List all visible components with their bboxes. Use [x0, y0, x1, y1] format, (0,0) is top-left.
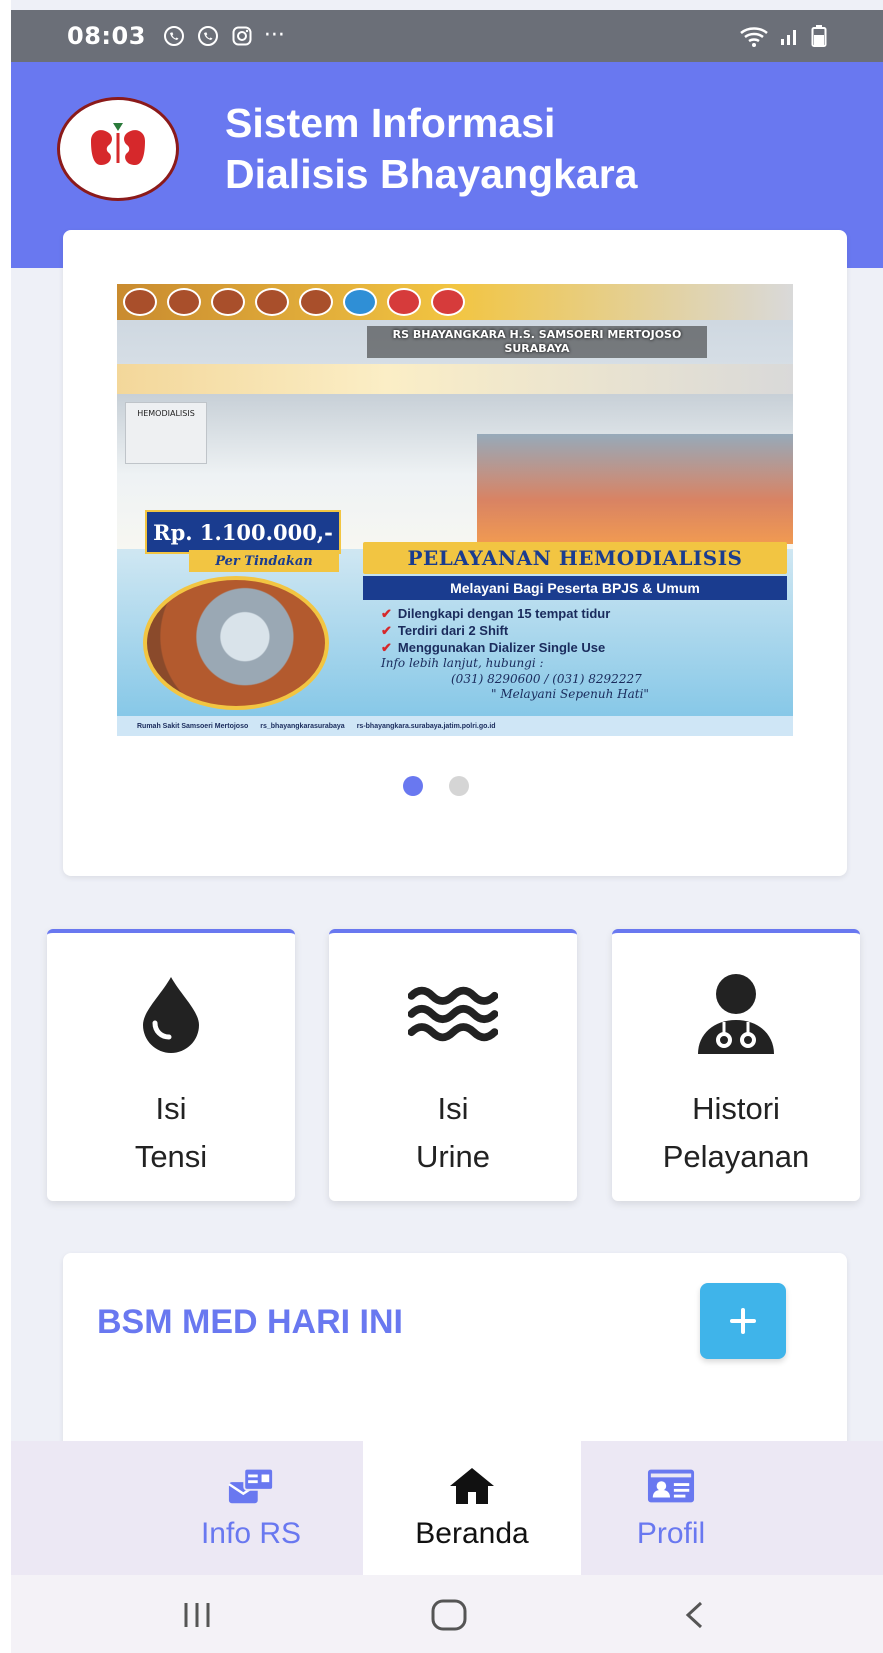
banner-features: ✔ Dilengkapi dengan 15 tempat tidur ✔ Terd…	[381, 606, 781, 657]
check-icon: ✔	[381, 639, 392, 655]
menu-histori-pelayanan[interactable]: Histori Pelayanan	[612, 929, 860, 1201]
whatsapp-icon	[197, 26, 218, 46]
system-navigation-bar	[11, 1575, 883, 1653]
check-icon: ✔	[381, 606, 392, 621]
nav-beranda[interactable]: Beranda	[363, 1441, 581, 1575]
status-bar: 08:03 ···	[11, 10, 883, 62]
recent-apps-button[interactable]	[177, 1593, 217, 1637]
back-icon	[685, 1601, 703, 1629]
nav-profil[interactable]: Profil	[581, 1441, 761, 1575]
banner-unit-sign: HEMODIALISIS	[125, 402, 207, 464]
app-title-line-1: Sistem Informasi	[225, 100, 556, 146]
banner-price: Rp. 1.100.000,-	[145, 510, 341, 554]
banner-feature: ✔ Dilengkapi dengan 15 tempat tidur	[381, 606, 611, 621]
wifi-icon	[740, 27, 768, 47]
app-title: Sistem Informasi Dialisis Bhayangkara	[225, 98, 637, 200]
banner-contact: Info lebih lanjut, hubungi : (031) 82906…	[381, 656, 781, 703]
banner-beds-photo	[477, 434, 793, 544]
banner-ceiling	[117, 364, 793, 394]
instagram-icon	[232, 26, 252, 46]
menu-label: Isi Urine	[415, 1091, 491, 1175]
banner-motto: " Melayani Sepenuh Hati"	[491, 687, 649, 702]
home-system-button[interactable]	[429, 1593, 469, 1637]
home-icon	[448, 1465, 496, 1507]
banner-footer-facebook: Rumah Sakit Samsoeri Mertojoso	[137, 722, 249, 730]
signal-icon	[781, 30, 796, 45]
menu-isi-tensi[interactable]: Isi Tensi	[47, 929, 295, 1201]
plus-icon	[730, 1308, 756, 1334]
carousel-indicators	[63, 776, 847, 796]
battery-icon	[811, 25, 827, 47]
quality-logo-icon	[387, 288, 421, 316]
whatsapp-icon	[163, 26, 184, 46]
nav-info-rs[interactable]: Info RS	[161, 1441, 341, 1575]
banner-phones: (031) 8290600 / (031) 8292227	[451, 671, 642, 686]
banner-info-label: Info lebih lanjut, hubungi :	[381, 656, 544, 670]
app-frame: 08:03 ··· Sistem Informasi Dialisis Bhay…	[11, 0, 883, 1653]
promo-banner-image[interactable]: RS BHAYANGKARA H.S. SAMSOERI MERTOJOSO S…	[117, 284, 793, 736]
banner-price-note: Per Tindakan	[189, 550, 339, 572]
police-logo-icon	[123, 288, 157, 316]
banner-footer-website: rs-bhayangkara.surabaya.jatim.polri.go.i…	[356, 722, 496, 730]
water-waves-icon	[408, 969, 498, 1059]
sidia-bhara-logo	[57, 97, 179, 201]
menu-isi-urine[interactable]: Isi Urine	[329, 929, 577, 1201]
banner-headline: PELAYANAN HEMODIALISIS	[363, 542, 787, 574]
emblem-logo-icon	[299, 288, 333, 316]
shield-logo-icon	[211, 288, 245, 316]
check-icon: ✔	[381, 622, 392, 638]
status-time: 08:03	[67, 22, 146, 50]
bottom-navigation: Info RS Beranda Profil	[11, 1441, 883, 1575]
menu-label: Isi Tensi	[134, 1091, 208, 1175]
more-notifications: ···	[263, 23, 285, 48]
blu-logo-icon	[343, 288, 377, 316]
banner-feature: ✔ Terdiri dari 2 Shift	[381, 622, 509, 638]
banner-footer-instagram: rs_bhayangkarasurabaya	[260, 722, 345, 730]
police-logo-icon	[167, 288, 201, 316]
kidney-logo-icon	[91, 123, 145, 165]
nav-profil-label: Profil	[636, 1517, 706, 1550]
bsm-title: BSM MED HARI INI	[97, 1303, 403, 1341]
carousel-dot-1[interactable]	[403, 776, 423, 796]
back-system-button[interactable]	[679, 1593, 709, 1637]
doctor-icon	[691, 969, 781, 1059]
banner-feature: ✔ Menggunakan Dializer Single Use	[381, 639, 606, 655]
banner-carousel[interactable]: RS BHAYANGKARA H.S. SAMSOERI MERTOJOSO S…	[63, 230, 847, 876]
banner-logo-strip	[117, 284, 793, 320]
nav-info-rs-label: Info RS	[200, 1517, 302, 1550]
hospital-info-icon	[227, 1465, 275, 1507]
banner-subheadline: Melayani Bagi Peserta BPJS & Umum	[363, 576, 787, 600]
recent-apps-icon	[184, 1603, 210, 1627]
add-bsm-button[interactable]: +	[700, 1283, 786, 1359]
id-card-icon	[647, 1465, 695, 1507]
carousel-dot-2[interactable]	[449, 776, 469, 796]
home-system-icon	[431, 1599, 467, 1631]
bsm-med-card: BSM MED HARI INI +	[63, 1253, 847, 1453]
province-logo-icon	[255, 288, 289, 316]
banner-footer: Rumah Sakit Samsoeri Mertojoso rs_bhayan…	[117, 716, 793, 736]
notification-icons: ···	[162, 24, 285, 48]
banner-hospital-name: RS BHAYANGKARA H.S. SAMSOERI MERTOJOSO S…	[367, 326, 707, 358]
app-title-line-2: Dialisis Bhayangkara	[225, 150, 638, 197]
status-right-icons	[739, 24, 827, 48]
kidney-logo-icon	[431, 288, 465, 316]
blood-drop-icon	[126, 969, 216, 1059]
nav-beranda-label: Beranda	[415, 1517, 529, 1550]
banner-machine-photo	[143, 576, 329, 710]
menu-label: Histori Pelayanan	[662, 1091, 810, 1175]
